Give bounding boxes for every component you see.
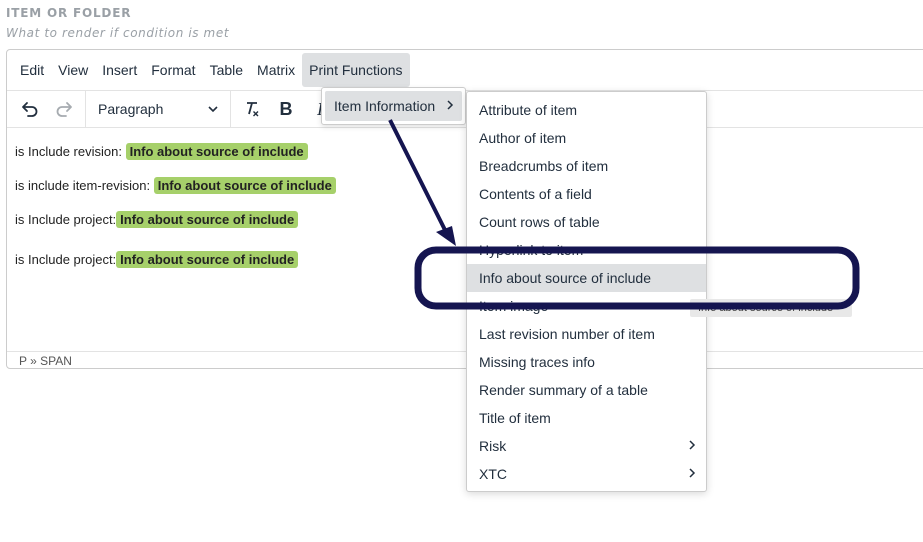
- menu-item-risk[interactable]: Risk: [467, 432, 706, 460]
- menu-item-label: XTC: [479, 466, 507, 482]
- field-sublabel: What to render if condition is met: [6, 26, 230, 40]
- toolbar-divider: [85, 90, 86, 128]
- chevron-down-icon: [208, 106, 218, 113]
- menu-item-render-summary-of-table[interactable]: Render summary of a table: [467, 376, 706, 404]
- menu-item-info-about-source-of-include[interactable]: Info about source of include: [467, 264, 706, 292]
- line-label: is Include project:: [15, 212, 117, 227]
- menu-insert[interactable]: Insert: [95, 53, 144, 87]
- content-line: is Include revision: Info about source o…: [15, 143, 308, 160]
- undo-icon: [22, 102, 38, 117]
- menu-item-author-of-item[interactable]: Author of item: [467, 124, 706, 152]
- menu-item-xtc[interactable]: XTC: [467, 460, 706, 488]
- chevron-right-icon: [688, 432, 696, 460]
- menu-item-breadcrumbs-of-item[interactable]: Breadcrumbs of item: [467, 152, 706, 180]
- chevron-right-icon: [446, 91, 454, 121]
- menu-item-attribute-of-item[interactable]: Attribute of item: [467, 96, 706, 124]
- menu-tooltip: Info about source of include: [690, 299, 852, 317]
- content-line: is Include project: Info about source of …: [15, 211, 299, 228]
- menu-item-missing-traces-info[interactable]: Missing traces info: [467, 348, 706, 376]
- menu-item-hyperlink-to-item[interactable]: Hyperlink to item: [467, 236, 706, 264]
- toolbar-divider: [230, 90, 231, 128]
- menu-print-functions[interactable]: Print Functions: [302, 53, 410, 87]
- menu-item-last-revision-number[interactable]: Last revision number of item: [467, 320, 706, 348]
- element-path[interactable]: P » SPAN: [19, 354, 72, 368]
- block-format-select[interactable]: Paragraph: [90, 94, 226, 124]
- undo-button[interactable]: [13, 94, 47, 124]
- line-label: is Include revision:: [15, 144, 122, 159]
- menu-item-title-of-item[interactable]: Title of item: [467, 404, 706, 432]
- chevron-right-icon: [688, 460, 696, 488]
- content-line: is Include project: Info about source of …: [15, 251, 299, 268]
- block-format-value: Paragraph: [98, 101, 164, 117]
- include-source-tag[interactable]: Info about source of include: [125, 143, 308, 160]
- menu-format[interactable]: Format: [144, 53, 202, 87]
- submenu-print-functions: Item Information: [321, 87, 466, 125]
- clear-formatting-button[interactable]: [235, 94, 269, 124]
- include-source-tag[interactable]: Info about source of include: [116, 211, 299, 228]
- menu-item-item-information[interactable]: Item Information: [325, 91, 462, 121]
- clear-formatting-icon: [247, 102, 259, 117]
- line-label: is include item-revision:: [15, 178, 151, 193]
- redo-icon: [56, 102, 72, 117]
- include-source-tag[interactable]: Info about source of include: [116, 251, 299, 268]
- submenu-item-information: Attribute of item Author of item Breadcr…: [466, 91, 707, 492]
- menu-item-contents-of-a-field[interactable]: Contents of a field: [467, 180, 706, 208]
- bold-icon: B: [279, 98, 293, 119]
- bold-button[interactable]: B: [269, 94, 303, 124]
- menu-view[interactable]: View: [51, 53, 95, 87]
- menu-item-item-image[interactable]: Item image: [467, 292, 706, 320]
- content-line: is include item-revision: Info about sou…: [15, 177, 336, 194]
- status-bar: P » SPAN: [7, 351, 923, 369]
- menu-item-count-rows-of-table[interactable]: Count rows of table: [467, 208, 706, 236]
- menu-item-label: Risk: [479, 438, 507, 454]
- line-label: is Include project:: [15, 252, 117, 267]
- menu-matrix[interactable]: Matrix: [250, 53, 302, 87]
- field-label: ITEM OR FOLDER: [6, 6, 132, 20]
- menu-table[interactable]: Table: [203, 53, 250, 87]
- include-source-tag[interactable]: Info about source of include: [153, 177, 336, 194]
- menu-edit[interactable]: Edit: [13, 53, 51, 87]
- menubar: Edit View Insert Format Table Matrix Pri…: [7, 50, 923, 90]
- redo-button[interactable]: [47, 94, 81, 124]
- menu-item-label: Item Information: [334, 98, 436, 114]
